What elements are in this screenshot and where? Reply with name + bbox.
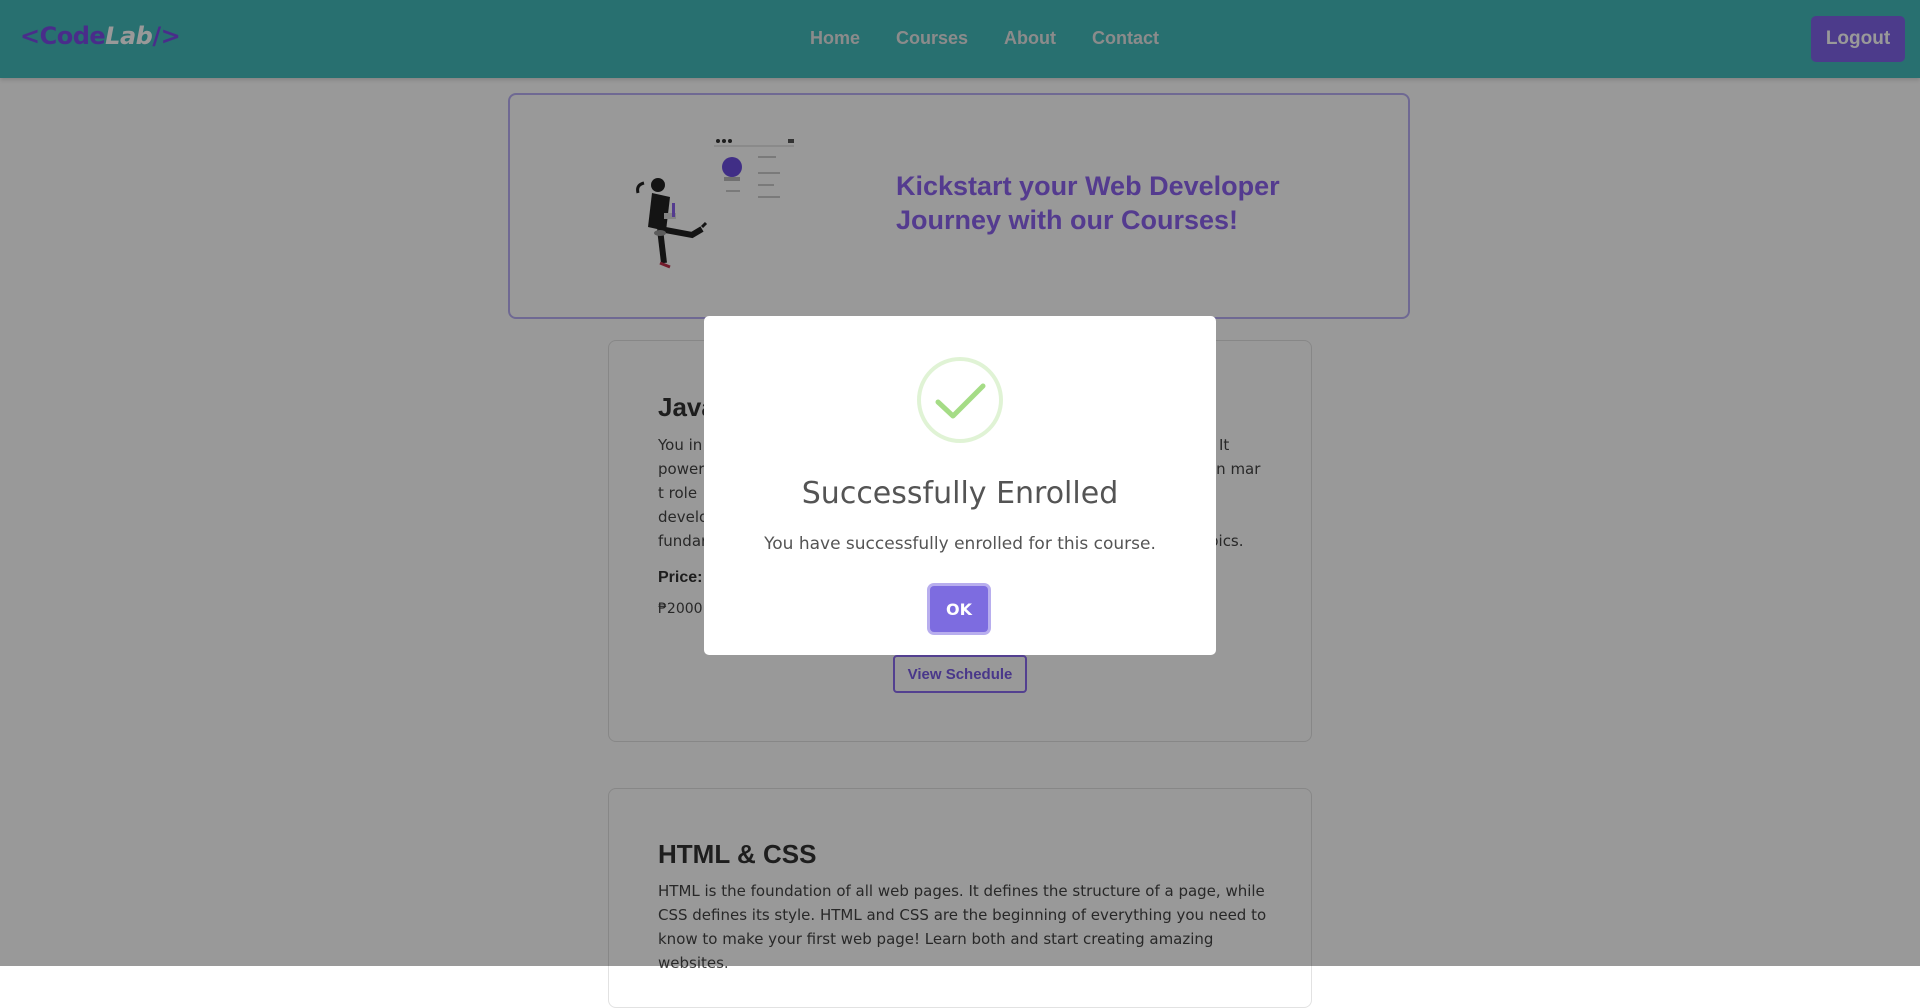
success-dialog: Successfully Enrolled You have successfu… xyxy=(704,316,1216,655)
ok-button[interactable]: OK xyxy=(930,586,988,632)
dialog-message: You have successfully enrolled for this … xyxy=(764,534,1156,554)
success-check-icon xyxy=(917,357,1003,443)
dialog-title: Successfully Enrolled xyxy=(801,476,1119,511)
